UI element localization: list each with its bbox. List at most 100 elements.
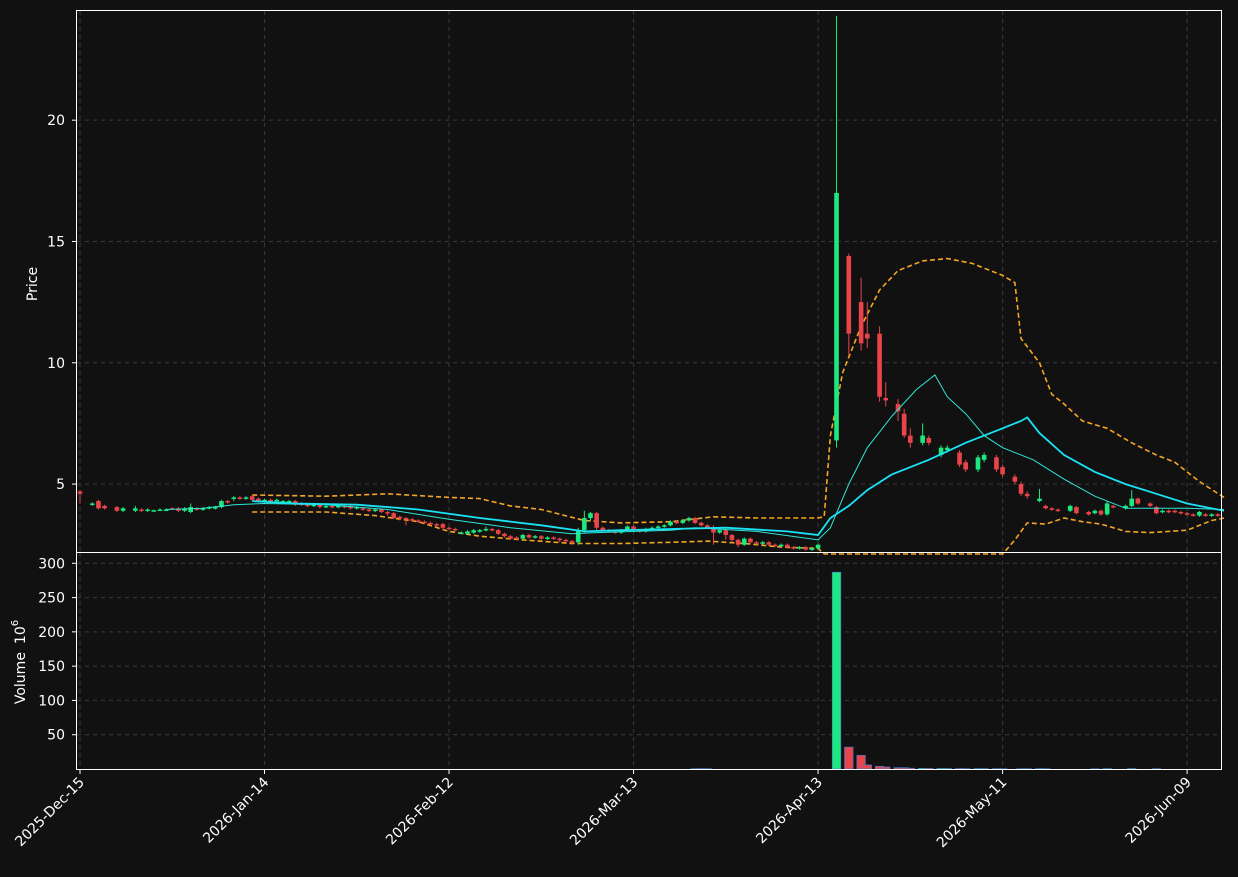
price-y-tick-label: 5 xyxy=(56,477,65,493)
candle-body xyxy=(600,527,606,531)
candle-body xyxy=(834,192,839,441)
candle-body xyxy=(188,507,194,512)
candle-body xyxy=(766,542,772,545)
candle-body xyxy=(329,505,335,508)
candle-body xyxy=(502,533,507,537)
candle-body xyxy=(864,333,870,339)
candle-body xyxy=(686,518,692,521)
candle-body xyxy=(908,435,913,443)
candle-body xyxy=(1178,511,1184,514)
candle-body xyxy=(661,525,667,527)
volume-bar xyxy=(862,764,872,770)
candle-body xyxy=(514,537,519,539)
price-y-tick-label: 20 xyxy=(47,113,65,129)
candle-body xyxy=(495,530,501,534)
candle-body xyxy=(569,541,575,543)
candle-body xyxy=(582,518,587,531)
candle-body xyxy=(1160,510,1165,513)
candle-body xyxy=(1055,509,1061,512)
candle-body xyxy=(551,537,556,539)
candle-body xyxy=(655,526,661,529)
candle-body xyxy=(372,509,378,512)
candle-body xyxy=(366,509,372,512)
chart-svg: 5101520 50100150200250300 2025-Dec-15 202… xyxy=(0,0,1238,873)
volume-axis-exponent-base: 10 xyxy=(13,626,29,644)
candle-body xyxy=(877,333,882,397)
candle-body xyxy=(674,521,679,524)
candle-body xyxy=(1086,511,1091,515)
candle-body xyxy=(797,547,802,549)
candle-body xyxy=(557,538,563,541)
candle-body xyxy=(1067,505,1073,511)
candle-body xyxy=(489,528,495,531)
candle-body xyxy=(526,535,532,538)
candle-body xyxy=(409,519,415,521)
candle-body xyxy=(237,497,243,499)
candle-body xyxy=(403,518,409,520)
candle-body xyxy=(465,531,470,534)
candle-body xyxy=(594,513,599,528)
candle-body xyxy=(89,503,95,505)
candle-body xyxy=(1135,498,1141,504)
candle-body xyxy=(77,491,83,494)
candle-body xyxy=(120,508,126,511)
candle-body xyxy=(428,522,433,525)
volume-y-tick-label: 300 xyxy=(38,556,65,572)
volume-axis-label-text: Volume xyxy=(13,652,29,704)
candle-body xyxy=(520,535,526,539)
candle-body xyxy=(858,302,864,344)
candle-body xyxy=(133,508,138,511)
candle-body xyxy=(397,516,403,519)
candle-body xyxy=(575,530,581,543)
chart-background xyxy=(0,0,1238,873)
candle-body xyxy=(963,462,968,470)
candle-body xyxy=(1147,503,1153,506)
price-y-tick-label: 15 xyxy=(47,234,65,250)
candle-body xyxy=(1184,513,1190,515)
candle-body xyxy=(1215,514,1221,516)
candle-body xyxy=(1037,498,1042,502)
price-axis-label: Price xyxy=(25,267,41,301)
volume-axis-exponent-power: 6 xyxy=(10,620,21,626)
candle-body xyxy=(452,528,458,531)
candle-body xyxy=(1197,511,1202,516)
candle-body xyxy=(545,537,550,539)
candle-body xyxy=(274,499,280,502)
candle-body xyxy=(483,528,489,531)
candle-body xyxy=(379,509,384,512)
candle-body xyxy=(809,548,815,550)
candle-body xyxy=(729,535,735,540)
candle-body xyxy=(846,256,852,334)
candle-body xyxy=(1074,507,1079,514)
candle-body xyxy=(268,499,273,502)
candle-body xyxy=(901,413,907,436)
candle-body xyxy=(538,536,544,539)
candle-body xyxy=(446,527,452,530)
candle-body xyxy=(225,501,230,503)
candle-body xyxy=(883,397,889,401)
candle-body xyxy=(723,530,729,536)
candle-body xyxy=(668,521,673,526)
candle-body xyxy=(151,510,157,512)
candle-body xyxy=(680,520,686,523)
volume-bar xyxy=(844,746,854,770)
candle-body xyxy=(692,518,698,523)
candle-body xyxy=(1110,505,1116,508)
stock-chart: 5 10 15 20 50 100 150 200 250 300 2025-Dec-15 202… xyxy=(0,0,1238,873)
candle-body xyxy=(926,437,932,443)
candle-body xyxy=(772,544,778,547)
candle-body xyxy=(748,538,753,543)
price-y-tick-label: 10 xyxy=(47,356,65,372)
candle-body xyxy=(741,538,747,545)
candle-body xyxy=(735,539,741,545)
candle-body xyxy=(698,522,704,526)
candle-body xyxy=(360,508,366,510)
candle-body xyxy=(1166,510,1171,513)
candle-body xyxy=(1098,510,1104,515)
candle-body xyxy=(815,544,821,549)
volume-bar xyxy=(881,766,891,770)
candle-body xyxy=(422,521,427,524)
candle-body xyxy=(434,524,440,526)
candle-body xyxy=(231,497,237,499)
candle-body xyxy=(1024,493,1030,497)
